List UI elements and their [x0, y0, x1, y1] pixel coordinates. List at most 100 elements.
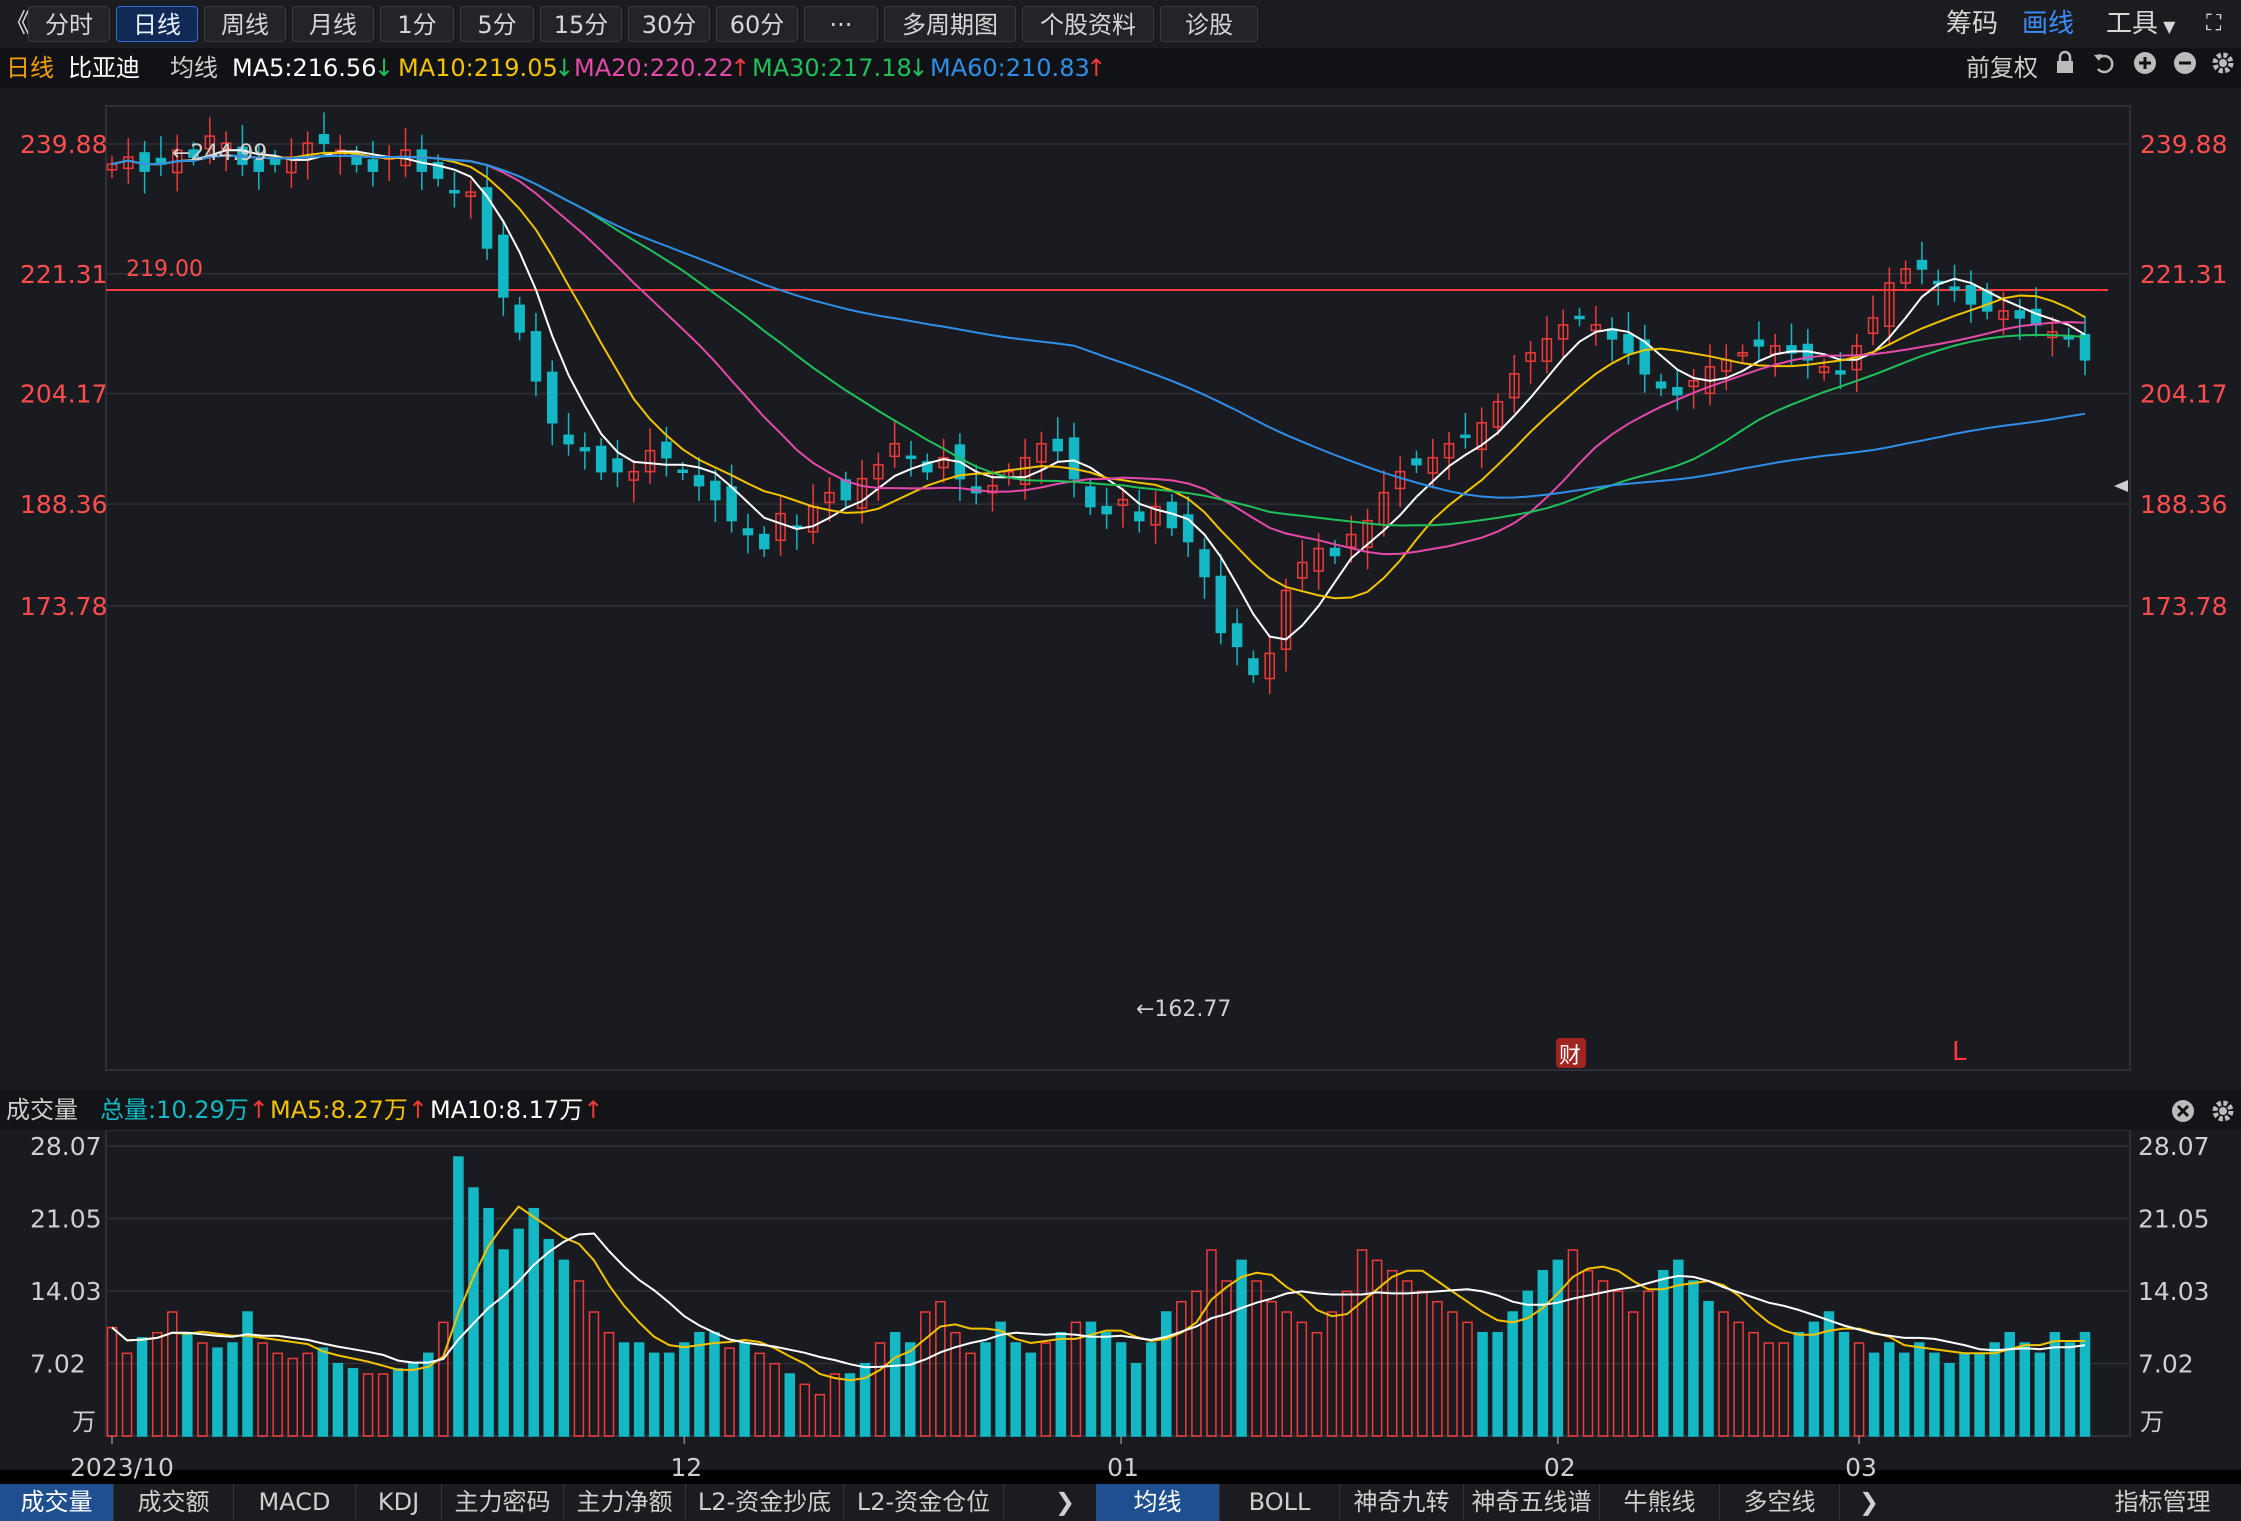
indicator-manage-button[interactable]: 指标管理 [2084, 1484, 2241, 1521]
chevron-right-icon[interactable]: ❯ [1854, 1484, 1884, 1521]
zoom-out-icon[interactable] [2172, 48, 2198, 88]
bottom-tabs: 成交量 成交额 MACD KDJ 主力密码 主力净额 L2-资金抄底 L2-资金仓位 ❯ 均线… [0, 1484, 2241, 1521]
candle-body [1231, 623, 1243, 648]
indicator-tab-1[interactable]: 成交额 [114, 1484, 234, 1521]
toolbar-button-11[interactable]: 个股资料 [1022, 6, 1154, 42]
volume-bar [317, 1347, 329, 1437]
volume-bar [1778, 1342, 1790, 1437]
draw-line-button[interactable]: 画线 [2022, 8, 2074, 40]
fullscreen-icon[interactable]: ⛶ [2206, 8, 2221, 40]
toolbar-button-12[interactable]: 诊股 [1160, 6, 1258, 42]
settings-gear-icon[interactable] [2210, 48, 2236, 88]
indicator-tab-7[interactable]: L2-资金仓位 [844, 1484, 1004, 1521]
volume-bar [1989, 1342, 2000, 1437]
arrow-up-icon: ↑ [248, 1096, 269, 1124]
volume-bar [1507, 1311, 1518, 1437]
candle-body [139, 152, 150, 172]
undo-icon[interactable] [2092, 48, 2118, 88]
volume-bar [1748, 1331, 1759, 1437]
volume-bar [1492, 1331, 1503, 1437]
volume-bar [573, 1280, 585, 1437]
zoom-in-icon[interactable] [2132, 48, 2158, 88]
overlay-tab-2[interactable]: 神奇九转 [1340, 1484, 1464, 1521]
y-tick-right: 239.88 [2140, 130, 2227, 159]
volume-bar [1808, 1321, 1820, 1437]
chouma-button[interactable]: 筹码 [1946, 8, 1998, 40]
volume-tick-right: 7.02 [2138, 1349, 2194, 1378]
candle-body [1215, 575, 1227, 634]
toolbar-button-0[interactable]: 分时 [28, 6, 110, 42]
volume-bar [1266, 1300, 1277, 1437]
overlay-tab-0[interactable]: 均线 [1096, 1484, 1220, 1521]
toolbar-button-7[interactable]: 30分 [628, 6, 710, 42]
candle-body [1248, 658, 1259, 676]
volume-bar [1025, 1352, 1036, 1437]
volume-bar [2034, 1352, 2046, 1437]
volume-bar [1944, 1362, 1955, 1437]
volume-ma10: MA10:8.17万↑ [430, 1090, 603, 1130]
volume-chart[interactable]: 7.02 7.02 14.03 14.03 21.05 21.05 28.07 28.07 万 万… [0, 1129, 2241, 1484]
back-button[interactable]: 《 [4, 8, 30, 40]
toolbar-button-1[interactable]: 日线 [116, 6, 198, 42]
kline-panel[interactable]: 173.78 173.78 188.36 188.36 204.17 204.17 221.… [0, 88, 2241, 1090]
toolbar-button-6[interactable]: 15分 [540, 6, 622, 42]
volume-bar [814, 1393, 826, 1437]
toolbar-button-10[interactable]: 多周期图 [884, 6, 1016, 42]
volume-bar [2064, 1342, 2076, 1437]
indicator-tab-0[interactable]: 成交量 [0, 1484, 114, 1521]
kline-chart[interactable]: 173.78 173.78 188.36 188.36 204.17 204.17 221.… [0, 88, 2241, 1090]
x-axis-label: 03 [1845, 1453, 1877, 1482]
chevron-right-icon[interactable]: ❯ [1050, 1484, 1080, 1521]
volume-bar [980, 1342, 991, 1437]
candle-body [1965, 284, 1977, 305]
volume-bar [1432, 1300, 1443, 1437]
volume-bar [603, 1331, 615, 1437]
indicator-tab-6[interactable]: L2-资金抄底 [686, 1484, 844, 1521]
toolbar-button-8[interactable]: 60分 [716, 6, 798, 42]
ma-value-1: MA10:219.05 [398, 54, 558, 82]
volume-panel[interactable]: 7.02 7.02 14.03 14.03 21.05 21.05 28.07 28.07 万 万… [0, 1129, 2241, 1482]
candle-body [1134, 511, 1145, 522]
overlay-tab-4[interactable]: 牛熊线 [1600, 1484, 1720, 1521]
volume-bar [1929, 1352, 1940, 1437]
lock-icon[interactable] [2054, 48, 2076, 88]
toolbar-button-9[interactable]: ··· [804, 6, 878, 42]
close-icon[interactable] [2170, 1090, 2196, 1130]
ma-value-3: MA30:217.18 [752, 54, 912, 82]
volume-bar [106, 1326, 118, 1437]
overlay-tab-3[interactable]: 神奇五线谱 [1464, 1484, 1600, 1521]
overlay-tab-1[interactable]: BOLL [1220, 1484, 1340, 1521]
volume-bar [272, 1352, 283, 1437]
indicator-tab-2[interactable]: MACD [234, 1484, 356, 1521]
arrow-up-icon: ↑ [730, 54, 751, 82]
toolbar-button-2[interactable]: 周线 [204, 6, 286, 42]
volume-bar [829, 1373, 841, 1437]
volume-bar [889, 1331, 901, 1437]
volume-settings-gear-icon[interactable] [2210, 1090, 2236, 1130]
toolbar-button-3[interactable]: 月线 [292, 6, 374, 42]
candle-body [595, 445, 607, 473]
volume-bar [799, 1383, 811, 1437]
y-tick-left: 221.31 [20, 260, 107, 289]
volume-bar [1522, 1290, 1533, 1437]
y-tick-left: 239.88 [20, 130, 107, 159]
volume-bar [242, 1311, 253, 1437]
volume-bar [1462, 1321, 1473, 1437]
ma-label[interactable]: 均线 [170, 48, 218, 88]
volume-bar [784, 1373, 795, 1437]
y-tick-left: 204.17 [20, 380, 107, 409]
toolbar-button-4[interactable]: 1分 [380, 6, 454, 42]
volume-bar [1763, 1342, 1774, 1437]
tools-button[interactable]: 工具 ▼ [2106, 8, 2175, 43]
overlay-tab-5[interactable]: 多空线 [1720, 1484, 1840, 1521]
fuquan-button[interactable]: 前复权 [1966, 48, 2038, 88]
candle-body [2079, 333, 2091, 361]
volume-bar [1085, 1321, 1097, 1437]
indicator-tab-5[interactable]: 主力净额 [564, 1484, 686, 1521]
indicator-tab-3[interactable]: KDJ [356, 1484, 442, 1521]
x-axis-label: 01 [1107, 1453, 1139, 1482]
ma-line-ma30 [111, 154, 2086, 527]
volume-bar [1281, 1311, 1293, 1437]
indicator-tab-4[interactable]: 主力密码 [442, 1484, 564, 1521]
toolbar-button-5[interactable]: 5分 [460, 6, 534, 42]
